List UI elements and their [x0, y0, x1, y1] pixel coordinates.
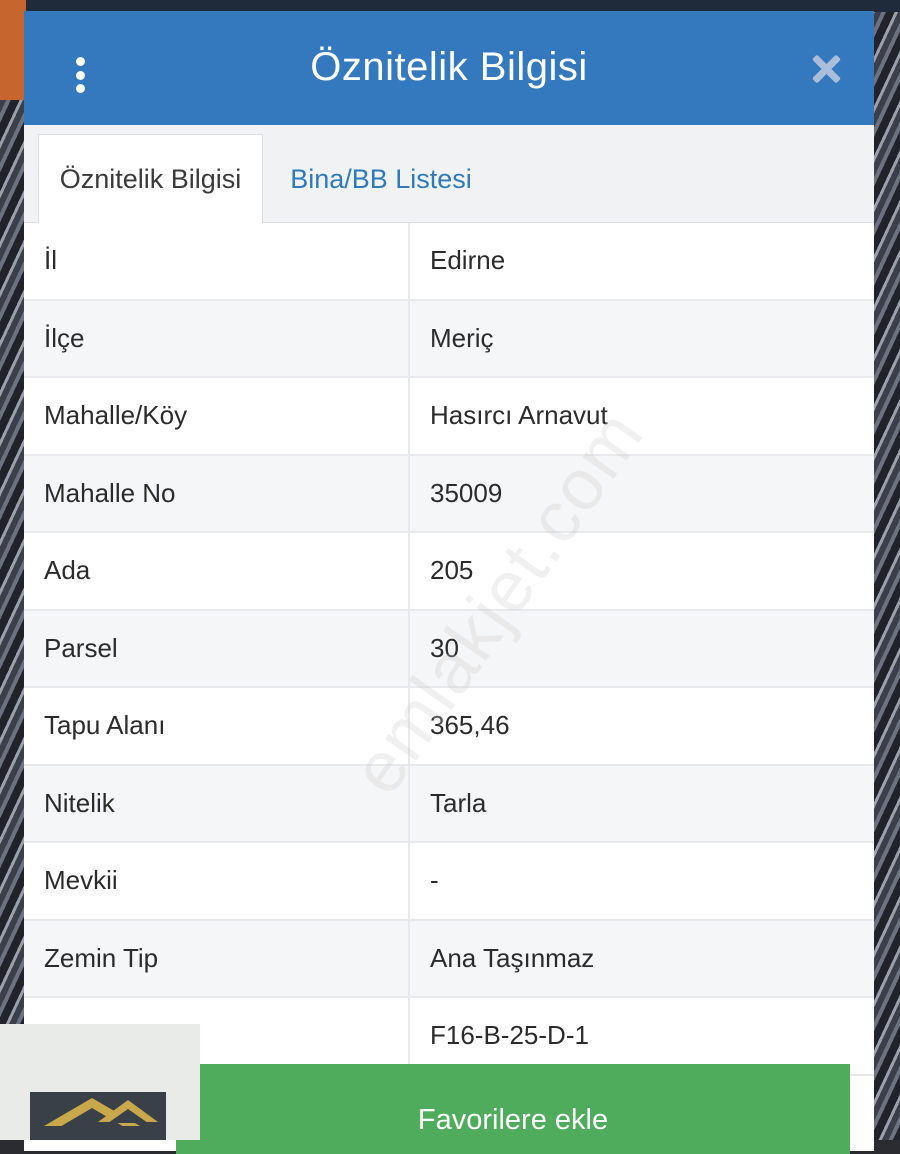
- row-value: Hasırcı Arnavut: [410, 378, 874, 454]
- table-row: Nitelik Tarla: [24, 766, 874, 844]
- row-value: Ana Taşınmaz: [410, 921, 874, 997]
- row-value: -: [410, 843, 874, 919]
- attribute-info-modal: Öznitelik Bilgisi Öznitelik Bilgisi Bina…: [24, 11, 874, 1151]
- attribute-table: İl Edirne İlçe Meriç Mahalle/Köy Hasırcı…: [24, 223, 874, 1076]
- row-value: Tarla: [410, 766, 874, 842]
- row-label: Zemin Tip: [24, 921, 410, 997]
- row-label: Mahalle/Köy: [24, 378, 410, 454]
- row-value: 35009: [410, 456, 874, 532]
- background-top-left-block: [0, 0, 26, 100]
- row-label: Mevkii: [24, 843, 410, 919]
- table-row: Zemin Tip Ana Taşınmaz: [24, 921, 874, 999]
- modal-header: Öznitelik Bilgisi: [24, 11, 874, 125]
- row-value: 205: [410, 533, 874, 609]
- row-label: Parsel: [24, 611, 410, 687]
- row-label: İl: [24, 223, 410, 299]
- row-label: Ada: [24, 533, 410, 609]
- row-value: Edirne: [410, 223, 874, 299]
- row-label: Tapu Alanı: [24, 688, 410, 764]
- table-row: Mahalle No 35009: [24, 456, 874, 534]
- row-label: Nitelik: [24, 766, 410, 842]
- row-value: Meriç: [410, 301, 874, 377]
- table-row: Mevkii -: [24, 843, 874, 921]
- tab-bar: Öznitelik Bilgisi Bina/BB Listesi: [24, 125, 874, 223]
- add-to-favorites-button[interactable]: Favorilere ekle: [176, 1064, 850, 1154]
- table-row: İl Edirne: [24, 223, 874, 301]
- table-row: Parsel 30: [24, 611, 874, 689]
- table-row: Tapu Alanı 365,46: [24, 688, 874, 766]
- modal-title: Öznitelik Bilgisi: [24, 45, 874, 90]
- tab-building-list[interactable]: Bina/BB Listesi: [286, 134, 476, 224]
- logo-roof-shape-inner: [108, 1109, 148, 1123]
- row-label: Mahalle No: [24, 456, 410, 532]
- table-row: Mahalle/Köy Hasırcı Arnavut: [24, 378, 874, 456]
- table-row: İlçe Meriç: [24, 301, 874, 379]
- close-icon[interactable]: [808, 51, 844, 87]
- row-value: F16-B-25-D-1: [410, 998, 874, 1074]
- table-row: Ada 205: [24, 533, 874, 611]
- row-value: 365,46: [410, 688, 874, 764]
- row-label: İlçe: [24, 301, 410, 377]
- row-value: 30: [410, 611, 874, 687]
- tab-attribute-info[interactable]: Öznitelik Bilgisi: [38, 134, 263, 224]
